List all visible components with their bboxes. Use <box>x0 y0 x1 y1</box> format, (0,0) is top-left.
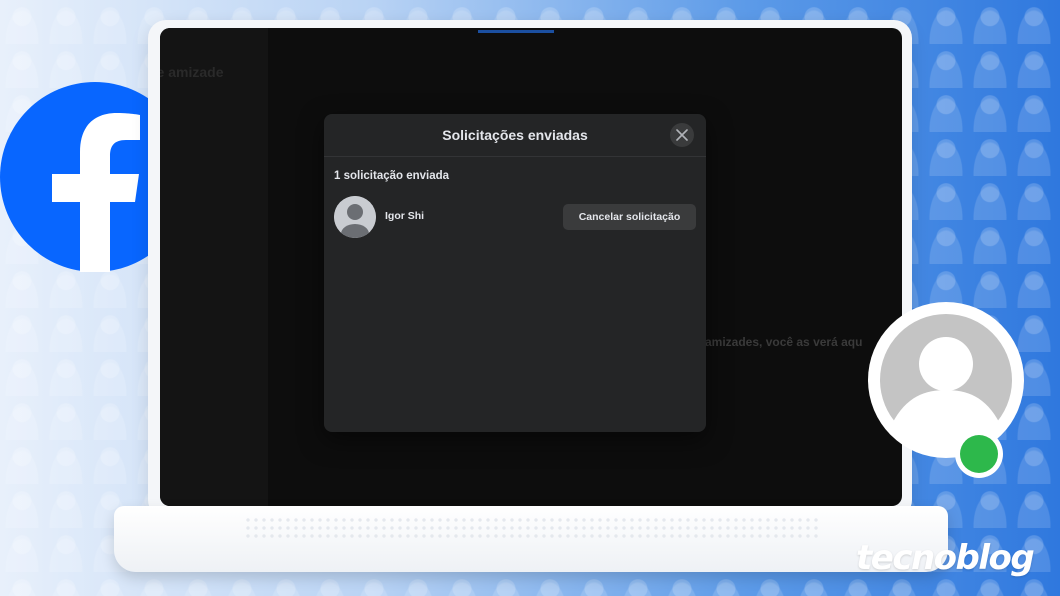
close-icon <box>676 129 688 141</box>
facebook-logo-icon <box>0 82 170 272</box>
laptop-keyboard <box>244 516 818 538</box>
dialog-header: Solicitações enviadas <box>324 114 706 157</box>
person-name[interactable]: Igor Shi <box>385 210 424 222</box>
close-button[interactable] <box>670 123 694 147</box>
background-page-title: de amizade <box>160 64 224 80</box>
request-row: Igor Shi Cancelar solicitação <box>334 196 696 238</box>
active-tab-indicator <box>478 30 554 33</box>
cancel-request-button[interactable]: Cancelar solicitação <box>563 204 696 230</box>
tecnoblog-watermark: tecnoblog <box>856 538 1035 578</box>
sent-requests-dialog: Solicitações enviadas 1 solicitação envi… <box>324 114 706 432</box>
background-sidebar <box>160 28 268 506</box>
requests-count: 1 solicitação enviada <box>334 170 450 182</box>
profile-online-badge-icon <box>868 302 1024 478</box>
default-avatar-icon[interactable] <box>334 196 376 238</box>
dialog-title: Solicitações enviadas <box>442 127 588 143</box>
background-empty-text: amizades, você as verá aqu <box>705 335 863 349</box>
laptop-base <box>114 506 948 572</box>
